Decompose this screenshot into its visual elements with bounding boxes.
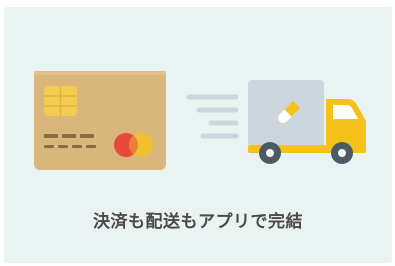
mastercard-logo-icon — [114, 133, 153, 157]
wheel-icon — [259, 142, 281, 164]
card-chip-icon — [44, 86, 77, 116]
feature-panel: 決済も配送もアプリで完結 — [4, 7, 392, 263]
feature-illustration — [34, 71, 366, 170]
feature-caption: 決済も配送もアプリで完結 — [93, 212, 303, 232]
wheel-icon — [331, 142, 353, 164]
delivery-truck-icon — [248, 80, 366, 164]
speed-lines-icon — [186, 94, 239, 139]
credit-card-icon — [34, 71, 166, 170]
